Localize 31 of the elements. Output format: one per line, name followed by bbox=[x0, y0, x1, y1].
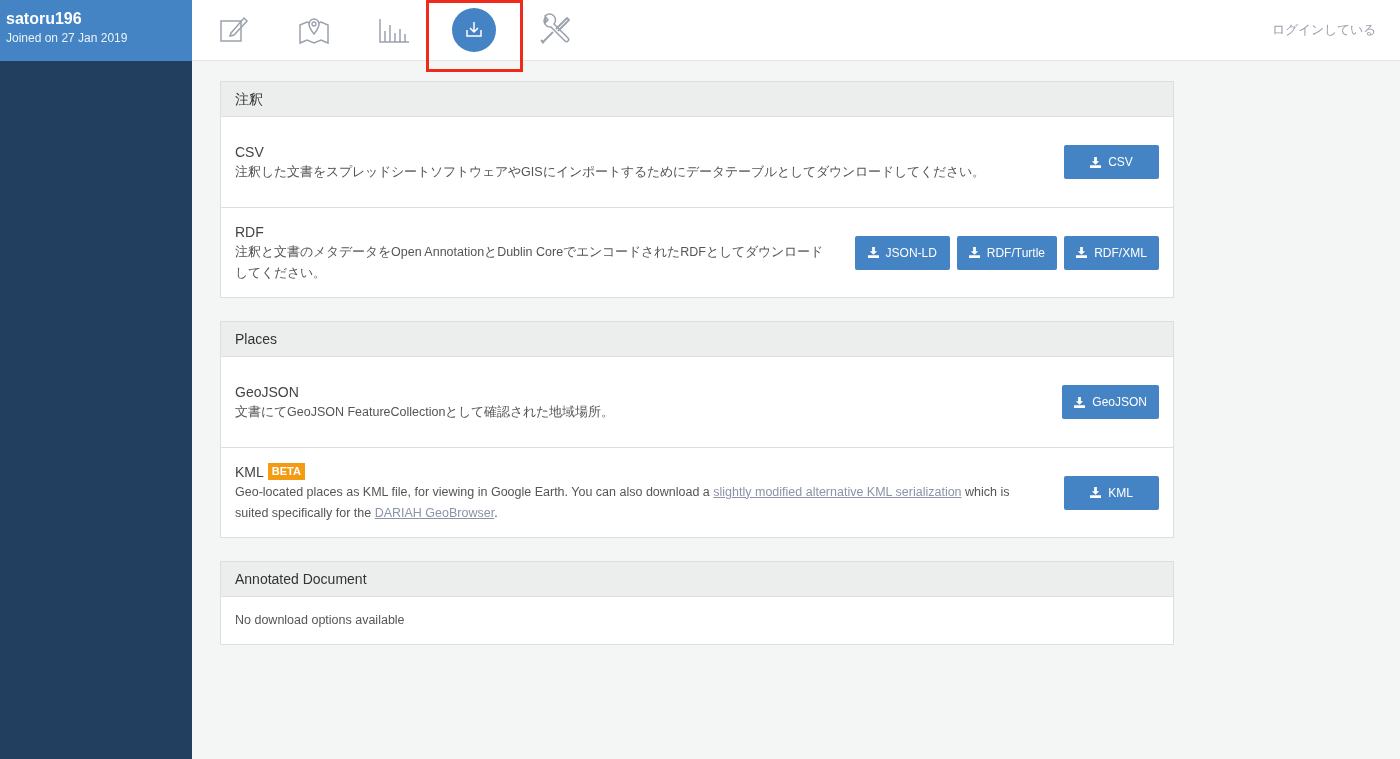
item-title: RDF bbox=[235, 222, 264, 242]
download-icon bbox=[968, 247, 980, 258]
item-description: 注釈と文書のメタデータをOpen AnnotationとDublin CoreでエンコードされたRDFとしてダウンロードしてください。 bbox=[235, 243, 824, 282]
text-link[interactable]: slightly modified alternative KML serialization bbox=[713, 484, 962, 499]
item-title: KML bbox=[235, 462, 264, 482]
section-title: Places bbox=[221, 322, 1173, 357]
item-title: GeoJSON bbox=[235, 382, 299, 402]
login-status: ログインしている bbox=[1272, 21, 1376, 40]
download-icon bbox=[1090, 487, 1102, 498]
join-date: Joined on 27 Jan 2019 bbox=[6, 30, 129, 47]
item-description: 注釈した文書をスプレッドシートソフトウェアやGISにインポートするためにデータテーブルとしてダウンロードしてください。 bbox=[235, 163, 986, 181]
download-button[interactable]: RDF/XML bbox=[1064, 235, 1159, 270]
download-icon bbox=[1074, 396, 1086, 408]
section-title: 注釈 bbox=[221, 82, 1173, 117]
download-icon bbox=[1076, 247, 1088, 258]
beta-badge: BETA bbox=[267, 463, 305, 480]
download-button[interactable]: JSON-LD bbox=[854, 235, 950, 270]
download-button[interactable]: CSV bbox=[1064, 145, 1159, 179]
empty-message: No download options available bbox=[234, 612, 406, 629]
user-name: satoru196 bbox=[6, 9, 83, 29]
download-button[interactable]: GeoJSON bbox=[1062, 385, 1159, 419]
item-description: Geo-located places as KML file, for viewing in Google Earth. You can also download a slightly modified alternative KML serialization which is suited specifically for the DARIAH GeoBrowser. bbox=[235, 483, 1011, 522]
section-title: Annotated Document bbox=[221, 562, 1173, 597]
download-button[interactable]: KML bbox=[1064, 475, 1159, 510]
download-icon bbox=[867, 247, 879, 258]
text-link[interactable]: DARIAH GeoBrowser bbox=[374, 505, 495, 520]
download-icon bbox=[1090, 156, 1102, 168]
item-description: 文書にてGeoJSON FeatureCollectionとして確認された地域場所。 bbox=[235, 403, 616, 421]
download-button[interactable]: RDF/Turtle bbox=[956, 235, 1057, 270]
download-tab[interactable] bbox=[452, 8, 496, 52]
item-title: CSV bbox=[235, 142, 264, 162]
